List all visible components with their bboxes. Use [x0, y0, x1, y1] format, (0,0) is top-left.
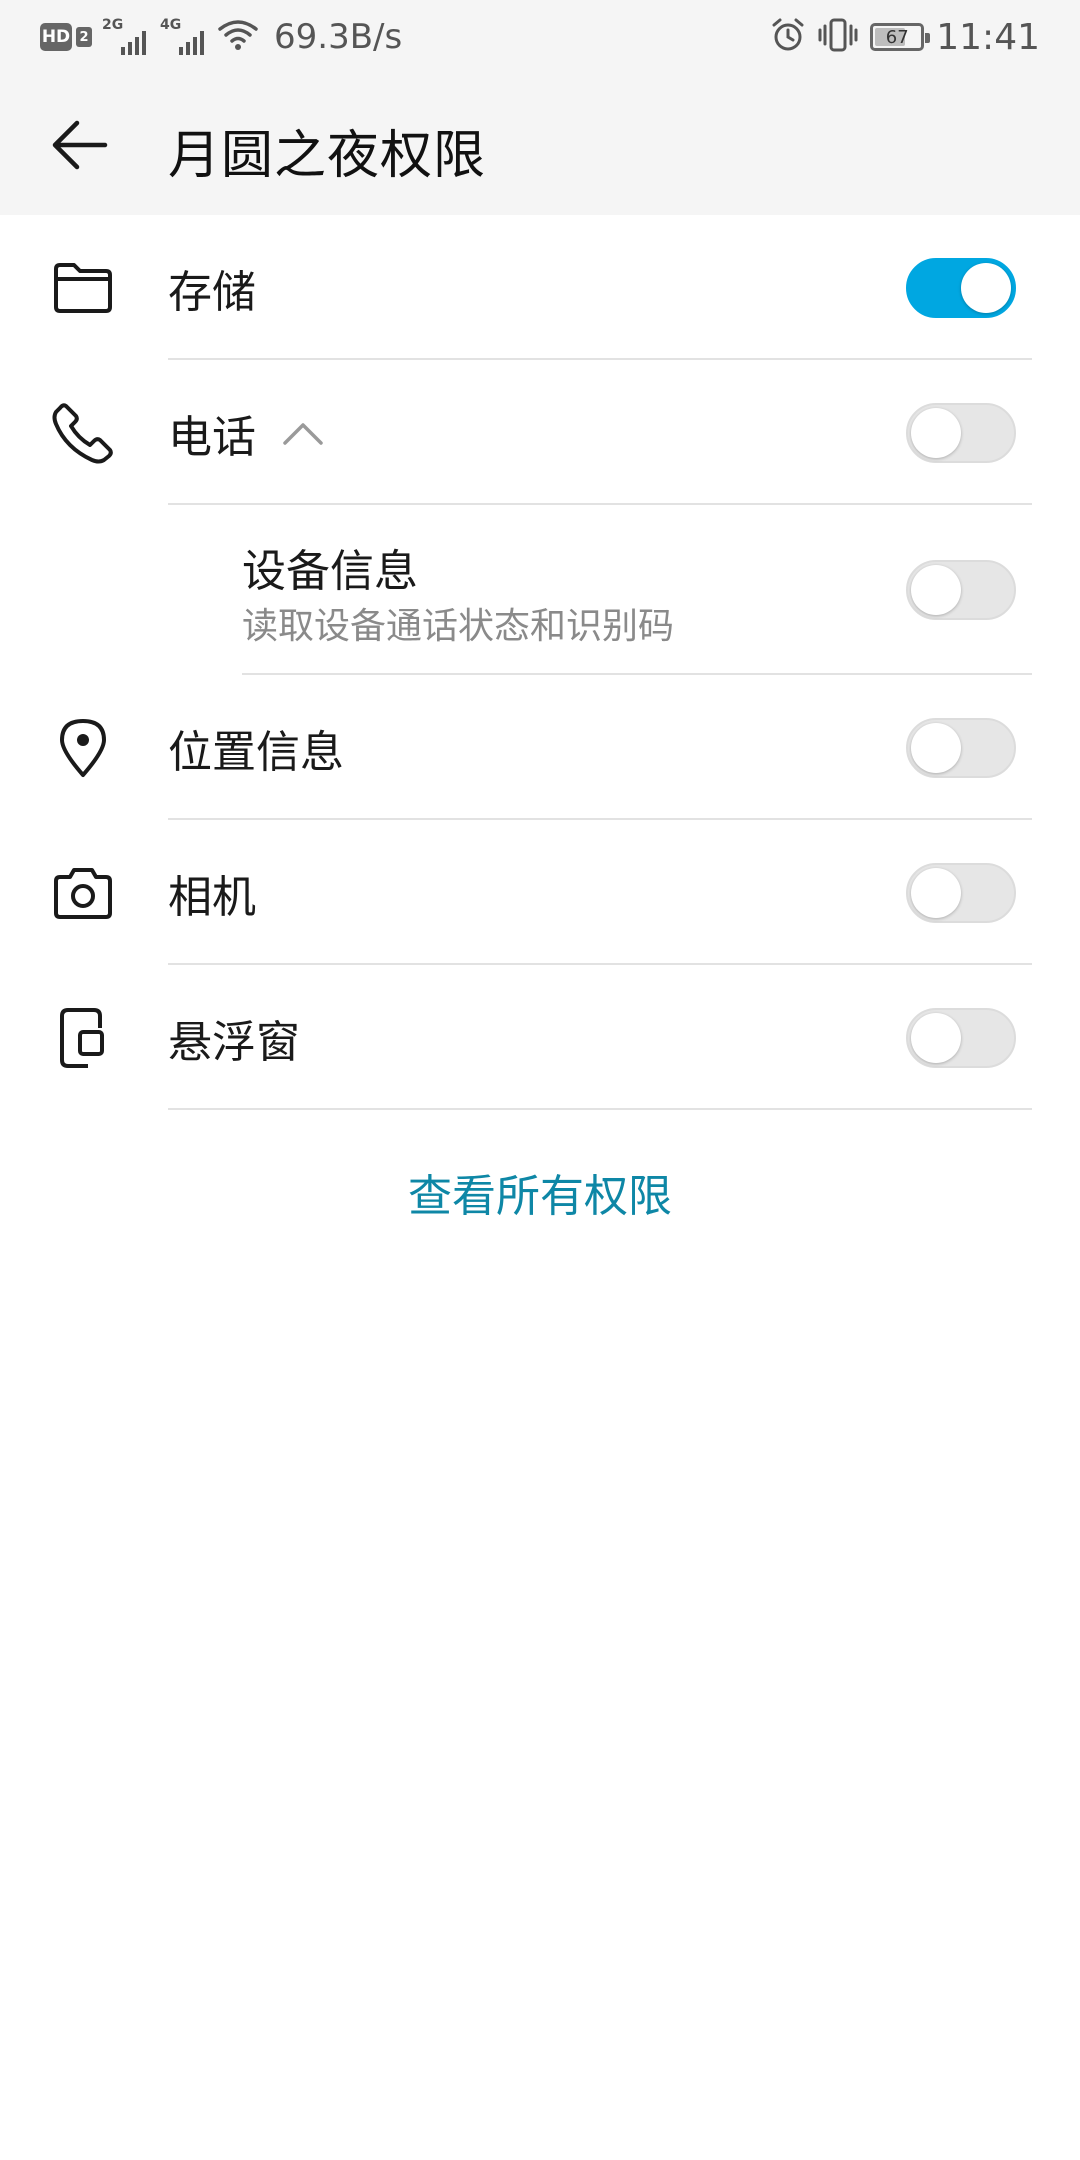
device-info-toggle[interactable]: [906, 560, 1016, 620]
folder-icon: [50, 255, 116, 321]
page-title: 月圆之夜权限: [168, 126, 487, 186]
storage-toggle[interactable]: [906, 257, 1016, 318]
phone-label: 电话: [168, 411, 256, 463]
storage-label: 存储: [168, 266, 256, 318]
permission-label: 位置信息: [168, 716, 344, 780]
floating-window-toggle[interactable]: [906, 1007, 1016, 1068]
location-toggle[interactable]: [906, 717, 1016, 778]
device-info-description: 读取设备通话状态和识别码: [242, 606, 675, 647]
battery-icon: 67: [870, 23, 931, 51]
location-pin-icon: [50, 715, 116, 781]
permission-label: 电话: [168, 401, 324, 465]
camera-icon: [50, 860, 116, 926]
toggle-knob: [911, 1012, 961, 1063]
clock: 11:41: [936, 16, 1040, 58]
permission-label: 相机: [168, 861, 256, 925]
permission-label: 悬浮窗: [168, 1006, 300, 1070]
vibrate-icon: [818, 17, 858, 57]
permission-row-floating-window[interactable]: 悬浮窗: [0, 965, 1080, 1110]
floating-window-icon: [50, 1005, 116, 1071]
status-left: HD 2 2G 4G 69.3B/s: [40, 14, 402, 60]
permission-row-device-info[interactable]: 设备信息 读取设备通话状态和识别码: [0, 505, 1080, 675]
alarm-icon: [770, 17, 806, 57]
signal-2g-icon: 2G: [102, 17, 150, 57]
camera-toggle[interactable]: [906, 862, 1016, 923]
network-speed: 69.3B/s: [274, 17, 403, 57]
back-arrow-icon: [52, 120, 108, 170]
permission-row-storage[interactable]: 存储: [0, 215, 1080, 360]
toggle-knob: [911, 565, 961, 615]
toggle-knob: [911, 407, 961, 458]
phone-icon: [50, 400, 116, 466]
sim-2-badge: 2: [76, 27, 92, 47]
divider: [168, 1108, 1032, 1110]
app-bar: 月圆之夜权限: [0, 75, 1080, 215]
camera-label: 相机: [168, 871, 256, 923]
status-right: 67 11:41: [770, 14, 1040, 60]
hd-icon: HD: [40, 23, 72, 51]
permission-label: 存储: [168, 256, 256, 320]
phone-toggle[interactable]: [906, 402, 1016, 463]
chevron-up-icon[interactable]: [282, 420, 324, 446]
toggle-knob: [911, 867, 961, 918]
device-info-title: 设备信息: [242, 546, 418, 597]
toggle-knob: [961, 262, 1011, 313]
location-label: 位置信息: [168, 726, 344, 778]
status-bar: HD 2 2G 4G 69.3B/s 67 11:41: [0, 0, 1080, 75]
permission-list: 存储 电话 设备信息 读取设备通话状态和识别码 位置信息 相机 悬浮窗: [0, 215, 1080, 1110]
battery-level: 67: [885, 26, 909, 48]
signal-4g-icon: 4G: [160, 17, 208, 57]
toggle-knob: [911, 722, 961, 773]
wifi-icon: [218, 19, 258, 55]
floating-window-label: 悬浮窗: [168, 1016, 300, 1068]
permission-row-location[interactable]: 位置信息: [0, 675, 1080, 820]
permission-row-phone[interactable]: 电话: [0, 360, 1080, 505]
view-all-permissions-link[interactable]: 查看所有权限: [0, 1160, 1080, 1224]
back-button[interactable]: [40, 105, 120, 185]
permission-row-camera[interactable]: 相机: [0, 820, 1080, 965]
